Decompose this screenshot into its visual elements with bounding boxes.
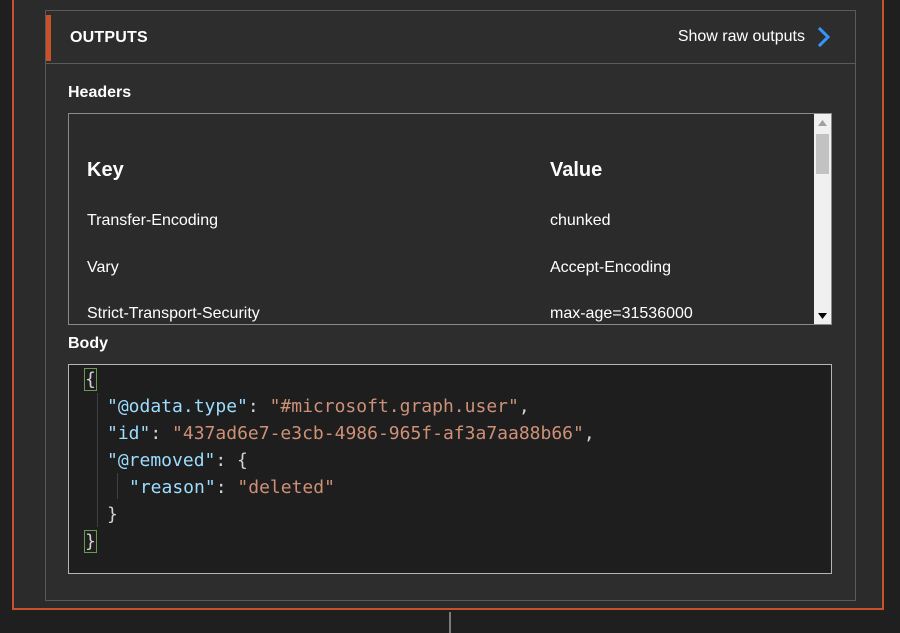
column-header-key: Key xyxy=(87,159,124,181)
json-string-value: "#microsoft.graph.user" xyxy=(269,396,519,417)
header-value-cell: Accept-Encoding xyxy=(550,259,671,276)
json-string-value: "437ad6e7-e3cb-4986-965f-af3a7aa88b66" xyxy=(172,423,584,444)
indent-guide xyxy=(117,473,118,499)
column-header-value: Value xyxy=(550,159,603,181)
code-line: "reason": "deleted" xyxy=(129,477,335,498)
body-label: Body xyxy=(68,335,108,352)
headers-table: Key Value Transfer-Encoding chunked Vary… xyxy=(68,113,832,325)
json-key: "id" xyxy=(107,423,151,444)
header-accent-bar xyxy=(46,15,51,61)
code-line: "@odata.type": "#microsoft.graph.user", xyxy=(107,396,530,417)
json-key: "@removed" xyxy=(107,450,216,471)
open-brace: { xyxy=(84,368,97,391)
header-key-cell: Vary xyxy=(87,259,119,276)
scrollbar-thumb[interactable] xyxy=(816,134,829,174)
json-key: "@odata.type" xyxy=(107,396,248,417)
headers-label: Headers xyxy=(68,84,132,101)
json-string-value: "deleted" xyxy=(237,477,335,498)
outputs-header: OUTPUTS Show raw outputs xyxy=(46,11,855,64)
code-line: } xyxy=(107,504,118,525)
scroll-down-arrow-icon[interactable] xyxy=(814,307,831,324)
chevron-right-icon[interactable] xyxy=(817,26,831,48)
code-line: "id": "437ad6e7-e3cb-4986-965f-af3a7aa88… xyxy=(107,423,595,444)
body-json-viewer[interactable]: { "@odata.type": "#microsoft.graph.user"… xyxy=(68,364,832,574)
header-value-cell: max-age=31536000 xyxy=(550,305,693,322)
scroll-up-arrow-icon[interactable] xyxy=(814,114,831,131)
table-row: Strict-Transport-Security max-age=315360… xyxy=(69,305,809,324)
show-raw-outputs-link[interactable]: Show raw outputs xyxy=(678,25,831,49)
header-key-cell: Transfer-Encoding xyxy=(87,212,219,229)
table-row: Transfer-Encoding chunked xyxy=(69,212,809,236)
code-line: { xyxy=(84,367,97,393)
show-raw-outputs-label[interactable]: Show raw outputs xyxy=(678,28,805,46)
outputs-panel: OUTPUTS Show raw outputs Headers Key Val… xyxy=(45,10,856,601)
close-brace: } xyxy=(84,530,97,553)
code-line: } xyxy=(84,529,97,555)
header-value-cell: chunked xyxy=(550,212,611,229)
table-row: Vary Accept-Encoding xyxy=(69,259,809,283)
json-key: "reason" xyxy=(129,477,216,498)
code-line: "@removed": { xyxy=(107,450,248,471)
headers-scrollbar[interactable] xyxy=(814,114,831,324)
flow-connector-line xyxy=(449,612,451,633)
header-key-cell: Strict-Transport-Security xyxy=(87,305,260,322)
outputs-title: OUTPUTS xyxy=(70,29,148,46)
indent-guide xyxy=(97,393,98,527)
